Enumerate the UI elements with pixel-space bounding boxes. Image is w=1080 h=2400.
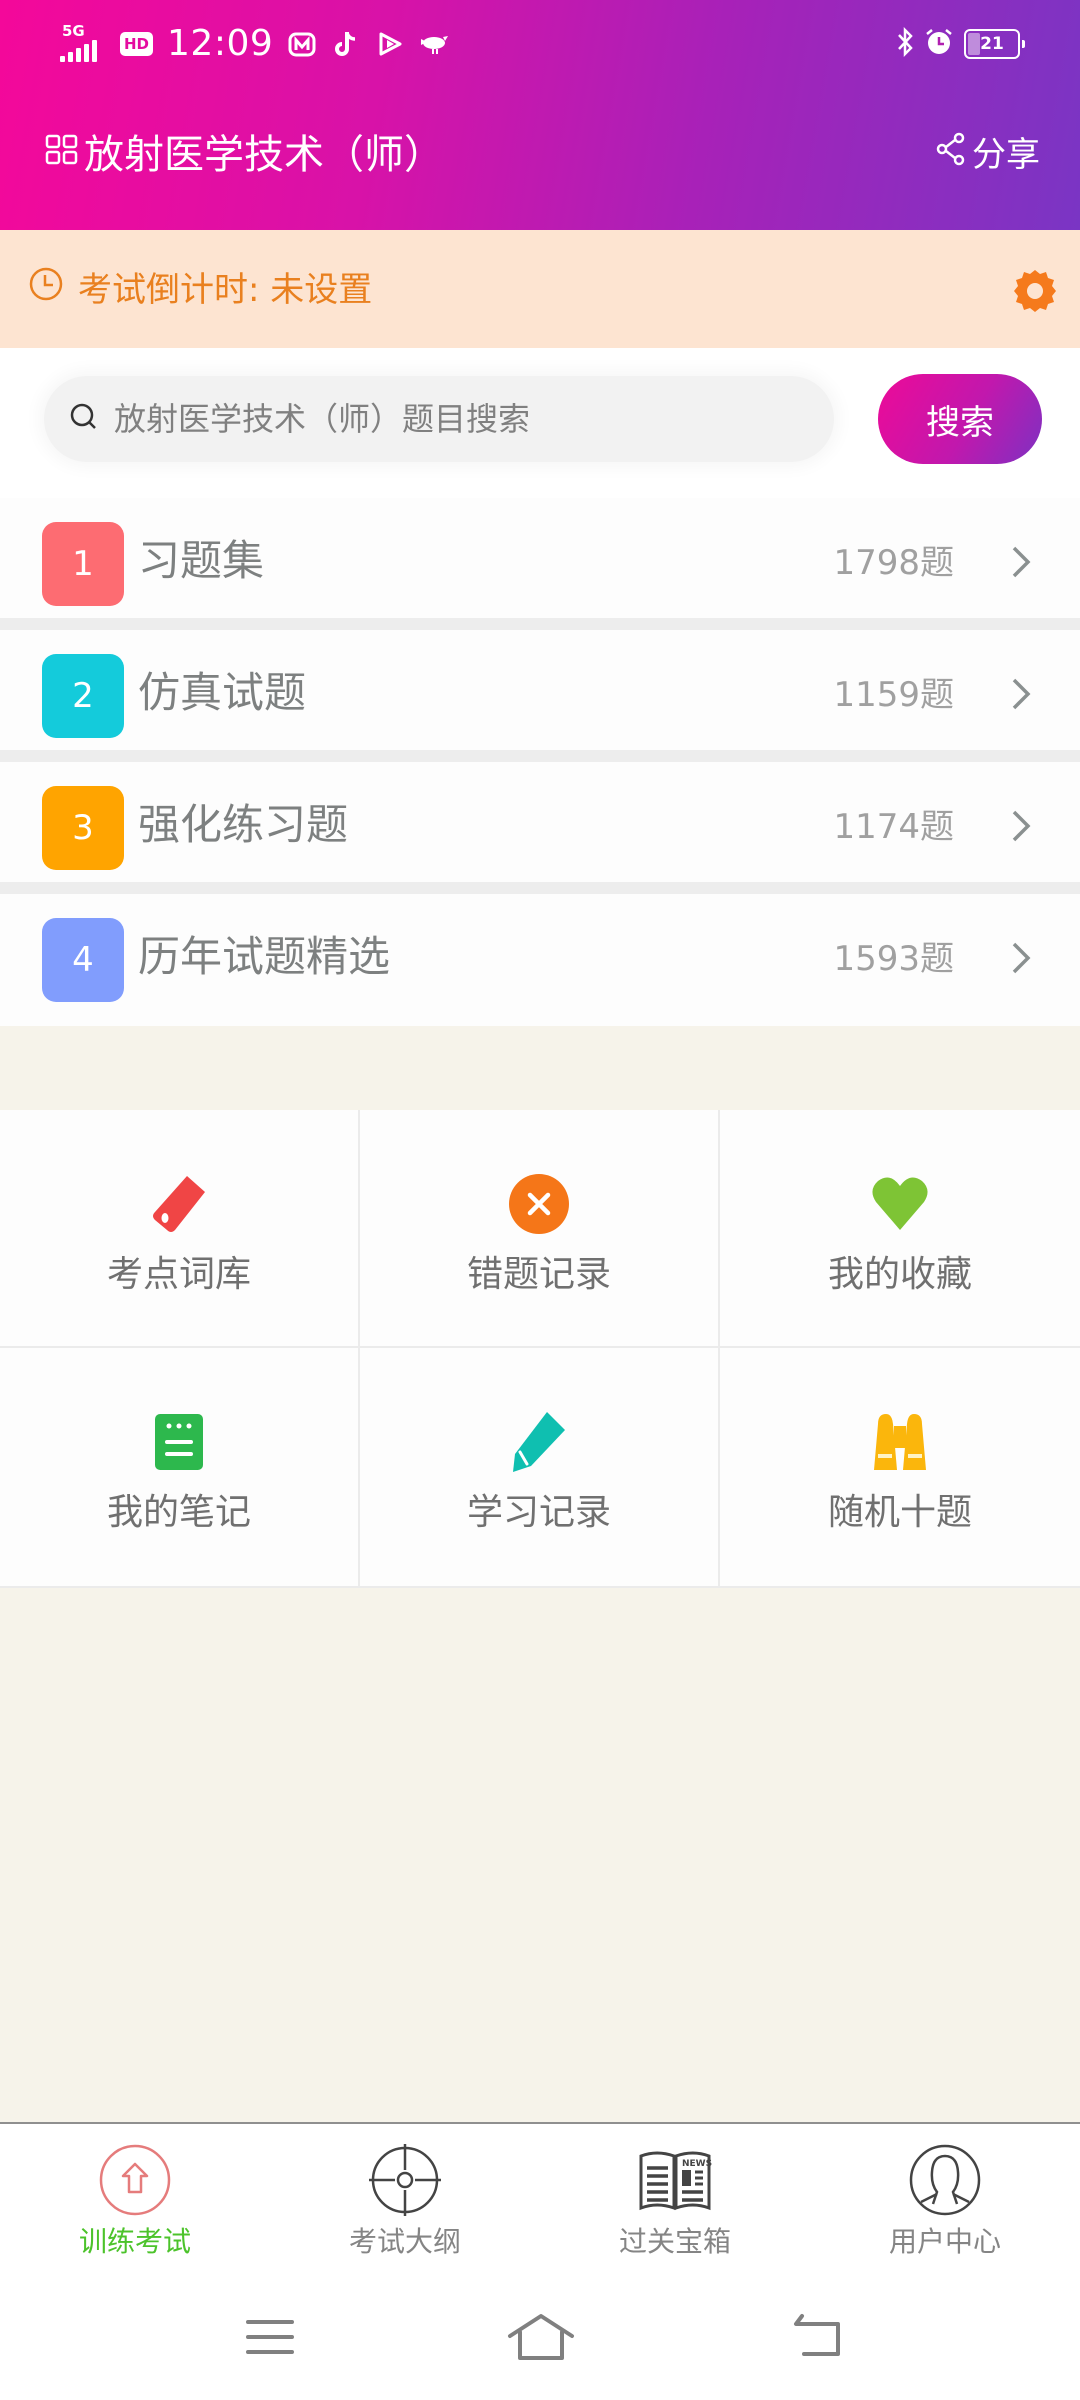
alarm-icon [924,27,954,61]
target-icon [367,2142,443,2218]
clock-time: 12:09 [167,23,274,64]
chevron-right-icon [1006,542,1036,582]
bird-icon [419,29,449,59]
tool-study-records[interactable]: 学习记录 [360,1348,720,1588]
question-set-item[interactable]: 2 仿真试题 1159题 [0,630,1080,762]
bottom-tab-bar: 训练考试 考试大纲 NEWS 过关宝箱 用户中心 [0,2122,1080,2272]
wrong-x-icon [507,1172,571,1236]
app-title-text: 放射医学技术（师） [84,132,444,178]
network-type: 5G [62,22,85,40]
tab-label: 考试大纲 [348,2225,461,2258]
question-set-list: 1 习题集 1798题 2 仿真试题 1159题 3 强化练习题 1174题 4… [0,498,1080,1026]
tab-user-center[interactable]: 用户中心 [810,2124,1080,2272]
tool-label: 学习记录 [466,1492,611,1533]
signal-icon: 5G [60,24,106,64]
tab-training-exam[interactable]: 训练考试 [0,2124,270,2272]
tool-notes[interactable]: 我的笔记 [0,1348,360,1588]
tool-favorites[interactable]: 我的收藏 [720,1110,1080,1348]
question-count: 1174题 [833,807,954,847]
question-set-title: 强化练习题 [138,800,349,849]
video-play-icon [375,29,405,59]
chevron-right-icon [1006,674,1036,714]
share-icon [936,132,966,178]
chevron-right-icon [1006,938,1036,978]
home-circle-icon [97,2142,173,2218]
tool-random-ten[interactable]: 随机十题 [720,1348,1080,1588]
tool-wrong-records[interactable]: 错题记录 [360,1110,720,1348]
tab-exam-syllabus[interactable]: 考试大纲 [270,2124,540,2272]
bluetooth-icon [896,26,914,61]
battery-level: 21 [980,34,1004,54]
search-row: 搜索 [0,348,1080,498]
index-badge: 1 [42,522,124,606]
question-set-title: 仿真试题 [138,668,307,717]
share-button[interactable]: 分享 [936,132,1040,178]
hd-icon: HD [120,32,154,56]
question-set-item[interactable]: 4 历年试题精选 1593题 [0,894,1080,1026]
tiktok-icon [331,29,361,59]
back-icon[interactable] [790,2312,850,2362]
tag-icon [147,1172,211,1236]
search-icon [68,401,100,437]
question-count: 1798题 [833,543,954,583]
menu-icon[interactable] [240,2312,300,2362]
home-icon[interactable] [506,2312,574,2362]
index-badge: 2 [42,654,124,738]
user-icon [907,2142,983,2218]
share-label: 分享 [972,135,1040,175]
question-set-item[interactable]: 3 强化练习题 1174题 [0,762,1080,894]
grid-icon [44,130,80,180]
notebook-icon [147,1410,211,1474]
mango-tv-icon [287,29,317,59]
tools-grid: 考点词库 错题记录 我的收藏 我的笔记 学习记录 随机十题 [0,1110,1080,1588]
tab-label: 过关宝箱 [618,2225,731,2258]
page-title: 放射医学技术（师） [44,130,444,180]
battery-icon: 21 [964,29,1025,59]
tool-label: 随机十题 [827,1492,972,1533]
search-input[interactable] [114,400,794,438]
question-count: 1593题 [833,939,954,979]
tool-label: 错题记录 [466,1254,611,1295]
search-box[interactable] [44,376,834,462]
question-set-title: 历年试题精选 [138,932,391,981]
status-bar: 5G HD 12:09 21 [0,0,1080,90]
tool-label: 我的笔记 [106,1492,251,1533]
tool-label: 考点词库 [106,1254,251,1295]
clock-icon [28,266,64,314]
gear-icon[interactable] [1010,266,1060,316]
system-navigation-bar [0,2272,1080,2400]
svg-text:NEWS: NEWS [682,2159,712,2169]
question-count: 1159题 [833,675,954,715]
tab-label: 用户中心 [888,2225,1001,2258]
question-set-title: 习题集 [138,536,265,585]
tab-label: 训练考试 [78,2225,191,2258]
heart-icon [868,1172,932,1236]
tool-label: 我的收藏 [827,1254,972,1295]
countdown-label: 考试倒计时: 未设置 [78,270,373,310]
index-badge: 4 [42,918,124,1002]
search-button[interactable]: 搜索 [878,374,1042,464]
question-set-item[interactable]: 1 习题集 1798题 [0,498,1080,630]
chevron-right-icon [1006,806,1036,846]
index-badge: 3 [42,786,124,870]
news-book-icon: NEWS [637,2142,713,2218]
tab-pass-treasure[interactable]: NEWS 过关宝箱 [540,2124,810,2272]
tool-keyword-library[interactable]: 考点词库 [0,1110,360,1348]
pencil-icon [507,1410,571,1474]
binoculars-icon [868,1410,932,1474]
exam-countdown-bar[interactable]: 考试倒计时: 未设置 [0,230,1080,348]
app-header: 5G HD 12:09 21 放射医学技术（师） 分享 [0,0,1080,230]
